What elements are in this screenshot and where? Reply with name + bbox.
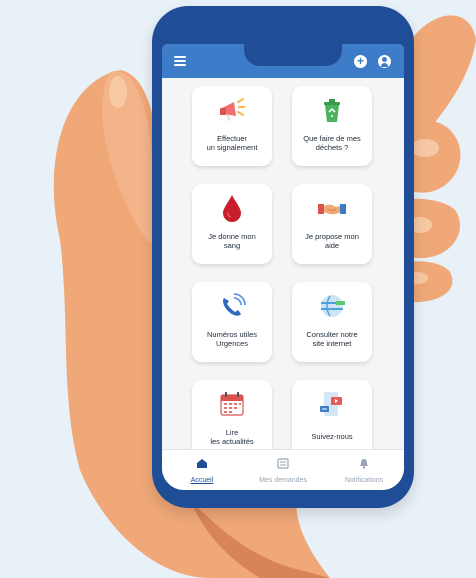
tile-label-line2: sang	[223, 241, 241, 250]
tile-signalement[interactable]: Effectuer un signalement	[192, 86, 272, 166]
bell-icon	[360, 459, 368, 469]
thumbnail	[109, 76, 127, 108]
phone-icon	[223, 293, 246, 316]
nav-accueil[interactable]: Accueil	[162, 456, 242, 484]
blood-drop-icon	[223, 195, 241, 222]
tile-label-line2: aide	[324, 241, 340, 250]
tile-propose-aide[interactable]: Je propose mon aide	[292, 184, 372, 264]
tile-label-line1: Je propose mon	[305, 232, 359, 241]
tile-label-line1: Je donne mon	[208, 232, 256, 241]
handshake-icon	[318, 204, 346, 215]
tile-label-line1: Numéros utiles	[206, 330, 258, 339]
nav-label-notifications: Notifications	[344, 477, 384, 484]
tile-label-line1: Suivez-nous	[311, 432, 353, 441]
megaphone-icon	[220, 98, 245, 121]
tile-label-line2: déchets ?	[315, 143, 349, 152]
tile-label-line1: Que faire de mes	[303, 134, 361, 143]
nav-notifications[interactable]: Notifications	[324, 456, 404, 484]
list-icon	[277, 458, 289, 469]
globe-icon	[321, 295, 345, 317]
tile-label-line2: site internet	[312, 339, 352, 348]
calendar-icon	[220, 392, 244, 416]
add-icon[interactable]: +	[354, 55, 367, 68]
phone-frame: + Effectuer un signalement Que faire de …	[152, 6, 414, 508]
home-icon	[197, 459, 207, 468]
tile-label-line2: un signalement	[206, 143, 258, 152]
recycle-bin-icon	[324, 99, 340, 122]
menu-icon[interactable]	[174, 56, 186, 66]
tile-donne-sang[interactable]: Je donne mon sang	[192, 184, 272, 264]
tile-label-line2: Urgences	[215, 339, 249, 348]
user-icon[interactable]	[378, 55, 391, 68]
tile-label-line1: Lire	[225, 428, 239, 437]
tile-suivez-nous[interactable]: Suivez-nous	[292, 380, 372, 460]
phone-screen: + Effectuer un signalement Que faire de …	[162, 44, 404, 490]
nav-label-mes-demandes: Mes demandes	[259, 477, 307, 484]
tile-numeros-utiles[interactable]: Numéros utiles Urgences	[192, 282, 272, 362]
phone-notch	[244, 44, 342, 66]
tile-label-line1: Effectuer	[217, 134, 247, 143]
tile-label-line2: les actualités	[210, 437, 254, 446]
tile-dechets[interactable]: Que faire de mes déchets ?	[292, 86, 372, 166]
tile-actualites[interactable]: Lire les actualités	[192, 380, 272, 460]
social-icon	[320, 392, 342, 416]
nav-label-accueil: Accueil	[190, 477, 214, 484]
bottom-nav: Accueil Mes demandes Notifications	[162, 449, 404, 490]
tile-label-line1: Consulter notre	[306, 330, 358, 339]
nav-mes-demandes[interactable]: Mes demandes	[243, 456, 323, 484]
tile-site-internet[interactable]: Consulter notre site internet	[292, 282, 372, 362]
fingernail-1	[411, 139, 439, 157]
